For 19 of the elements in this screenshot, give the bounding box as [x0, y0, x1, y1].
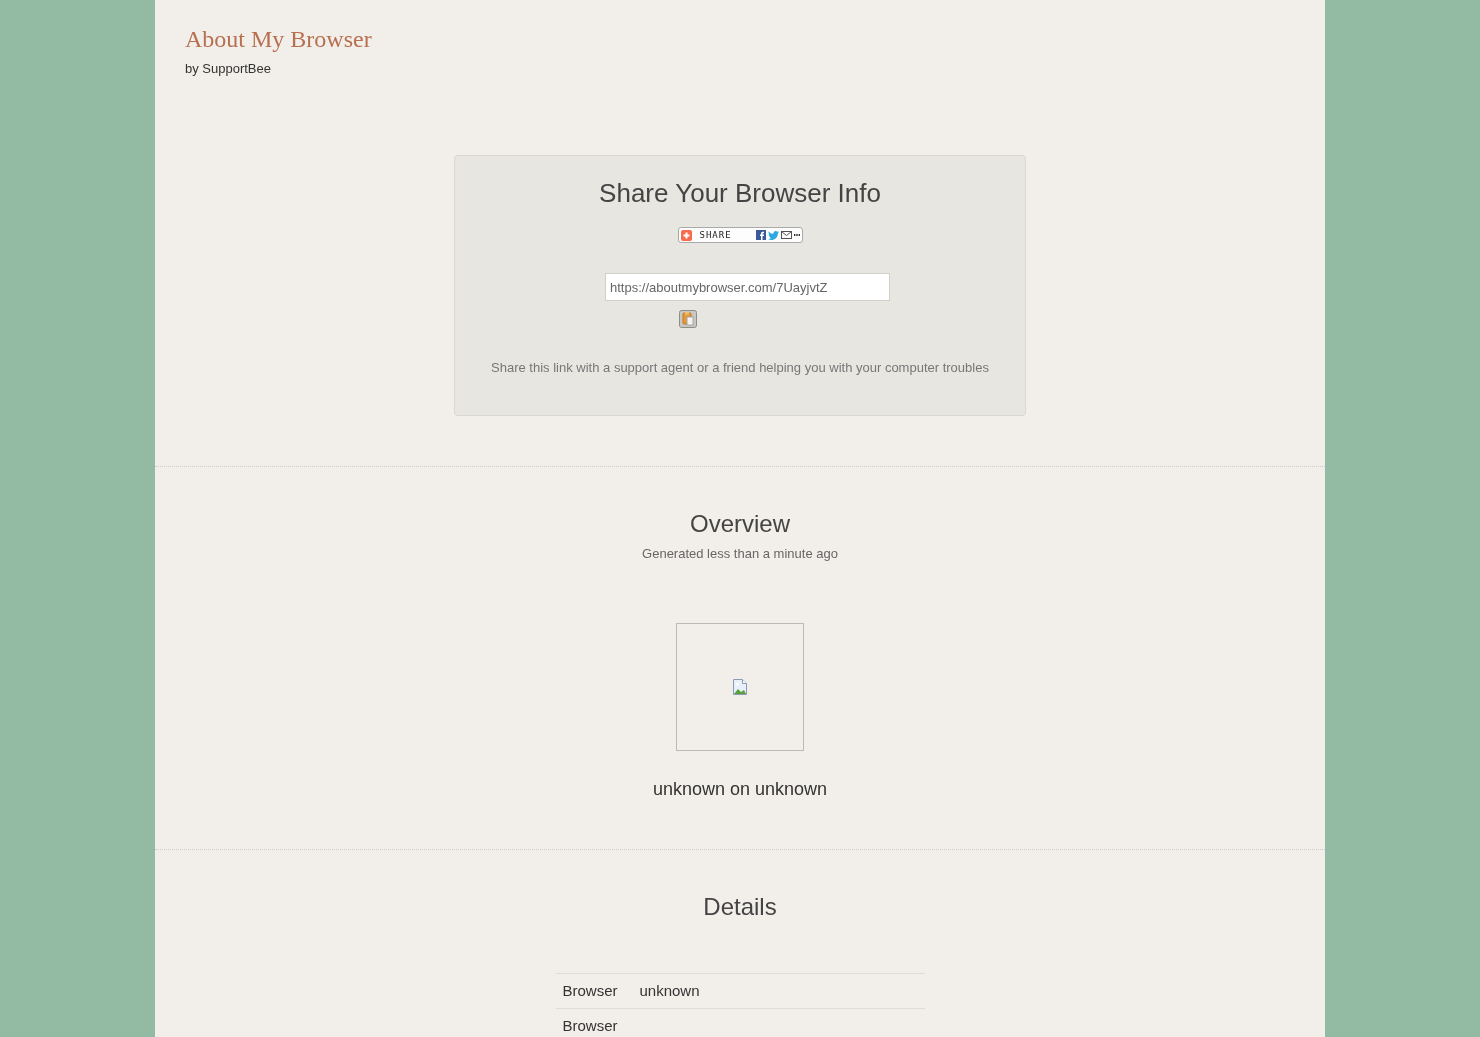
facebook-icon	[755, 230, 766, 240]
section-heading: Overview	[690, 510, 790, 538]
broken-image-icon	[733, 679, 747, 695]
site-title: About My Browser	[185, 25, 372, 53]
envelope-icon	[780, 231, 792, 239]
bird-icon	[767, 230, 779, 240]
panel-heading: Share Your Browser Info	[599, 178, 881, 208]
detail-value: unknown	[639, 982, 700, 1000]
plus-icon	[680, 229, 692, 241]
section-heading: Details	[703, 893, 777, 921]
detail-label: Browser	[562, 1017, 618, 1034]
share-note: Share this link with a support agent or a friend helping you with your computer troubles	[491, 360, 989, 376]
browser-summary: unknown on unknown	[652, 778, 828, 800]
byline: by SupportBee	[185, 61, 271, 76]
generated-time: Generated less than a minute ago	[642, 546, 838, 562]
link-field[interactable]: https://aboutmybrowser.com/7UayjvtZ	[605, 273, 890, 301]
share-button[interactable]: SHARE	[677, 227, 803, 243]
clipboard-icon[interactable]	[679, 310, 697, 328]
detail-label: Browser	[562, 982, 618, 999]
